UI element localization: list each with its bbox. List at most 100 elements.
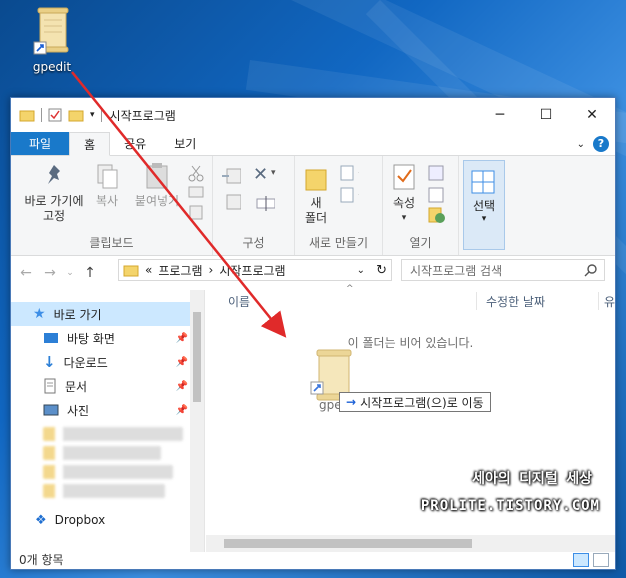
blurred-item <box>43 446 161 460</box>
copy-label: 복사 <box>95 194 119 208</box>
empty-folder-message: 이 폴더는 비어 있습니다. <box>347 336 474 350</box>
new-folder-icon[interactable] <box>68 108 84 122</box>
column-modified[interactable]: 수정한 날짜 <box>486 293 545 310</box>
nav-item-dropbox[interactable]: ❖ Dropbox <box>11 508 204 532</box>
properties-button[interactable]: 속성 ▾ <box>387 162 421 226</box>
paste-icon <box>146 163 168 189</box>
paste-label: 붙여넣기 <box>134 194 180 208</box>
desktop-icon-label: gpedit <box>32 60 72 74</box>
delete-icon[interactable]: ✕ <box>253 164 268 185</box>
blurred-item <box>43 484 165 498</box>
search-input[interactable]: 시작프로그램 검색 <box>401 259 605 281</box>
nav-item-label: 다운로드 <box>63 355 108 370</box>
properties-dropdown-icon: ▾ <box>401 213 407 223</box>
desktop-gpedit-shortcut[interactable]: gpedit <box>22 6 82 74</box>
move-tooltip: → 시작프로그램(으)로 이동 <box>339 392 491 412</box>
nav-item-label: 문서 <box>65 379 88 394</box>
address-bar[interactable]: « 프로그램 › 시작프로그램 ⌄ ↻ <box>118 259 392 281</box>
new-group: 새 폴더 새로 만들기 <box>295 156 383 255</box>
search-icon <box>584 264 597 277</box>
back-icon[interactable]: ← <box>17 265 35 281</box>
properties-check-icon[interactable] <box>48 108 62 122</box>
organize-group: ✕ ▾ 구성 <box>213 156 295 255</box>
new-item-icon[interactable] <box>339 164 359 182</box>
move-to-icon[interactable] <box>221 166 241 184</box>
tab-file[interactable]: 파일 <box>11 132 70 155</box>
nav-item-pictures[interactable]: 사진 📌 <box>11 398 204 422</box>
select-button[interactable]: 선택 ▾ <box>463 160 505 250</box>
clipboard-group-label: 클립보드 <box>89 236 134 250</box>
details-view-icon[interactable] <box>573 553 589 567</box>
tab-share[interactable]: 공유 <box>110 132 160 155</box>
ribbon: 바로 가기에 고정 복사 붙여넣기 클립보드 ✕ ▾ 구성 새 폴더 새로 만들… <box>11 156 615 256</box>
item-count: 0개 항목 <box>19 553 64 567</box>
select-icon <box>471 170 495 194</box>
maximize-button[interactable]: ☐ <box>523 98 569 132</box>
breadcrumb-separator[interactable]: › <box>209 263 214 277</box>
pin-quick-access-button[interactable]: 바로 가기에 고정 <box>17 162 91 224</box>
folder-icon <box>19 110 35 122</box>
rename-icon[interactable] <box>255 194 275 212</box>
select-dropdown-icon: ▾ <box>481 214 487 224</box>
copy-path-icon[interactable] <box>187 184 207 202</box>
edit-icon[interactable] <box>427 186 447 204</box>
tab-home[interactable]: 홈 <box>69 132 111 156</box>
download-icon: ↓ <box>43 353 56 371</box>
new-group-label: 새로 만들기 <box>308 236 368 250</box>
scroll-shortcut-icon <box>32 6 72 56</box>
paste-button[interactable]: 붙여넣기 <box>131 162 183 209</box>
address-dropdown-icon[interactable]: ⌄ <box>357 265 365 276</box>
organize-group-label: 구성 <box>242 236 265 250</box>
document-icon <box>44 378 56 394</box>
nav-item-desktop[interactable]: 바탕 화면 📌 <box>11 326 204 350</box>
nav-scrollbar[interactable] <box>190 290 204 552</box>
customize-qat-icon[interactable]: ▾ <box>90 110 95 120</box>
pin-icon[interactable]: 📌 <box>176 357 188 368</box>
window-title: 시작프로그램 <box>109 108 176 123</box>
breadcrumb-programs[interactable]: 프로그램 <box>158 262 202 279</box>
breadcrumb-startup[interactable]: 시작프로그램 <box>219 262 285 279</box>
paste-shortcut-icon[interactable] <box>187 204 207 222</box>
column-type[interactable]: 유 <box>604 293 615 310</box>
minimize-button[interactable]: ─ <box>477 98 523 132</box>
easy-access-icon[interactable] <box>339 186 359 204</box>
delete-dropdown-icon[interactable]: ▾ <box>271 168 276 178</box>
blurred-item <box>43 465 173 479</box>
forward-icon[interactable]: → <box>41 265 59 281</box>
new-folder-label: 새 폴더 <box>304 196 328 225</box>
title-bar: ▾ 시작프로그램 ─ ☐ ✕ <box>11 98 615 132</box>
pin-icon[interactable]: 📌 <box>176 333 188 344</box>
status-bar: 0개 항목 <box>11 550 615 569</box>
new-folder-icon <box>305 169 327 191</box>
column-name[interactable]: 이름 <box>228 293 250 310</box>
cut-icon[interactable] <box>187 164 207 182</box>
large-icons-view-icon[interactable] <box>593 553 609 567</box>
pin-icon[interactable]: 📌 <box>176 405 188 416</box>
open-group-label: 열기 <box>409 236 432 250</box>
pin-icon[interactable]: 📌 <box>176 381 188 392</box>
copy-icon <box>97 164 118 189</box>
refresh-icon[interactable]: ↻ <box>376 263 387 278</box>
history-icon[interactable] <box>427 206 447 224</box>
nav-item-documents[interactable]: 문서 📌 <box>11 374 204 398</box>
properties-icon <box>393 164 415 190</box>
content-scroll-thumb[interactable] <box>224 539 472 548</box>
nav-item-label: 사진 <box>67 403 90 418</box>
nav-item-downloads[interactable]: ↓ 다운로드 📌 <box>11 350 204 374</box>
new-folder-button[interactable]: 새 폴더 <box>299 162 333 226</box>
close-button[interactable]: ✕ <box>569 98 615 132</box>
tab-view[interactable]: 보기 <box>160 132 210 155</box>
copy-to-icon[interactable] <box>221 192 241 210</box>
recent-locations-icon[interactable]: ⌄ <box>65 268 75 278</box>
nav-scroll-thumb[interactable] <box>193 312 201 402</box>
help-icon[interactable]: ? <box>593 136 609 152</box>
dropbox-icon: ❖ <box>35 512 47 528</box>
pictures-icon <box>43 404 59 416</box>
copy-button[interactable]: 복사 <box>89 162 125 209</box>
blurred-item <box>43 427 183 441</box>
up-icon[interactable]: ↑ <box>81 265 99 281</box>
address-overflow[interactable]: « <box>145 263 152 277</box>
open-icon[interactable] <box>427 164 447 182</box>
expand-ribbon-icon[interactable]: ⌄ <box>577 139 585 150</box>
nav-quick-access[interactable]: ★ 바로 가기 <box>11 302 204 326</box>
